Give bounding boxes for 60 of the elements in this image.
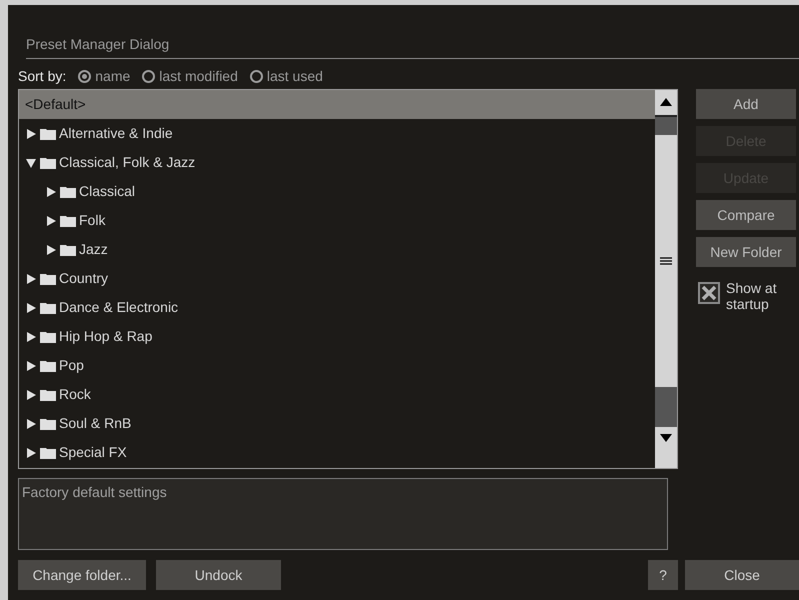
folder-icon [60,244,76,256]
radio-button[interactable] [250,70,263,82]
caret-right-icon[interactable] [25,272,37,284]
folder-icon [40,360,56,372]
action-button[interactable]: Add [696,89,796,119]
radio-label[interactable]: last used [266,66,323,86]
tree-item[interactable]: Classical [45,181,136,202]
caret-right-icon[interactable] [25,128,37,140]
startup-label: Show at startup [726,280,778,312]
tree-item[interactable]: Country [25,268,108,289]
folder-icon [40,272,56,284]
tree-item[interactable]: Folk [45,210,106,231]
folder-icon [60,214,76,226]
tree-item[interactable]: Jazz [45,239,108,260]
tree-item[interactable]: Soul & RnB [25,413,132,434]
close-button[interactable]: Close [685,560,799,590]
scrollbar-thumb-track[interactable] [655,115,677,135]
tree-item[interactable]: Pop [25,355,84,376]
scrollbar[interactable] [655,90,677,468]
dialog-title: Preset Manager Dialog [26,36,170,52]
folder-icon [40,156,56,168]
radio-button[interactable] [78,70,92,82]
folder-icon [40,446,56,458]
action-button[interactable]: Compare [696,200,796,230]
caret-right-icon[interactable] [25,446,37,458]
scroll-up-icon[interactable] [660,97,672,107]
footer-button[interactable]: Change folder... [18,560,146,590]
radio-button[interactable] [142,70,156,82]
caret-down-icon[interactable] [25,156,37,168]
grip-icon[interactable] [660,257,672,265]
tree-item[interactable]: Alternative & Indie [25,123,173,144]
footer-button[interactable]: Undock [156,560,281,590]
folder-icon [40,418,56,430]
tree-item[interactable]: <Default> [25,94,86,115]
startup-checkbox[interactable] [698,282,720,304]
caret-right-icon[interactable] [25,360,37,372]
caret-right-icon[interactable] [45,244,57,256]
tree-item[interactable]: Rock [25,384,91,405]
caret-right-icon[interactable] [25,388,37,400]
folder-icon [40,128,56,140]
folder-icon [60,186,76,198]
tree-item[interactable]: Special FX [25,442,127,463]
tree-item[interactable]: Dance & Electronic [25,297,178,318]
caret-right-icon[interactable] [45,214,57,226]
action-button[interactable]: New Folder [696,237,796,267]
folder-icon [40,330,56,342]
tree-item[interactable]: Hip Hop & Rap [25,326,152,347]
caret-right-icon[interactable] [45,186,57,198]
caret-right-icon[interactable] [25,302,37,314]
sort-label: Sort by: [18,66,66,86]
folder-icon [40,302,56,314]
radio-label[interactable]: name [95,66,130,86]
tree-item[interactable]: Classical, Folk & Jazz [25,152,196,173]
description-field[interactable]: Factory default settings [18,478,668,550]
help-button[interactable]: ? [648,560,678,590]
folder-icon [40,388,56,400]
caret-right-icon[interactable] [25,418,37,430]
radio-label[interactable]: last modified [159,66,238,86]
scroll-down-icon[interactable] [660,433,672,443]
caret-right-icon[interactable] [25,330,37,342]
